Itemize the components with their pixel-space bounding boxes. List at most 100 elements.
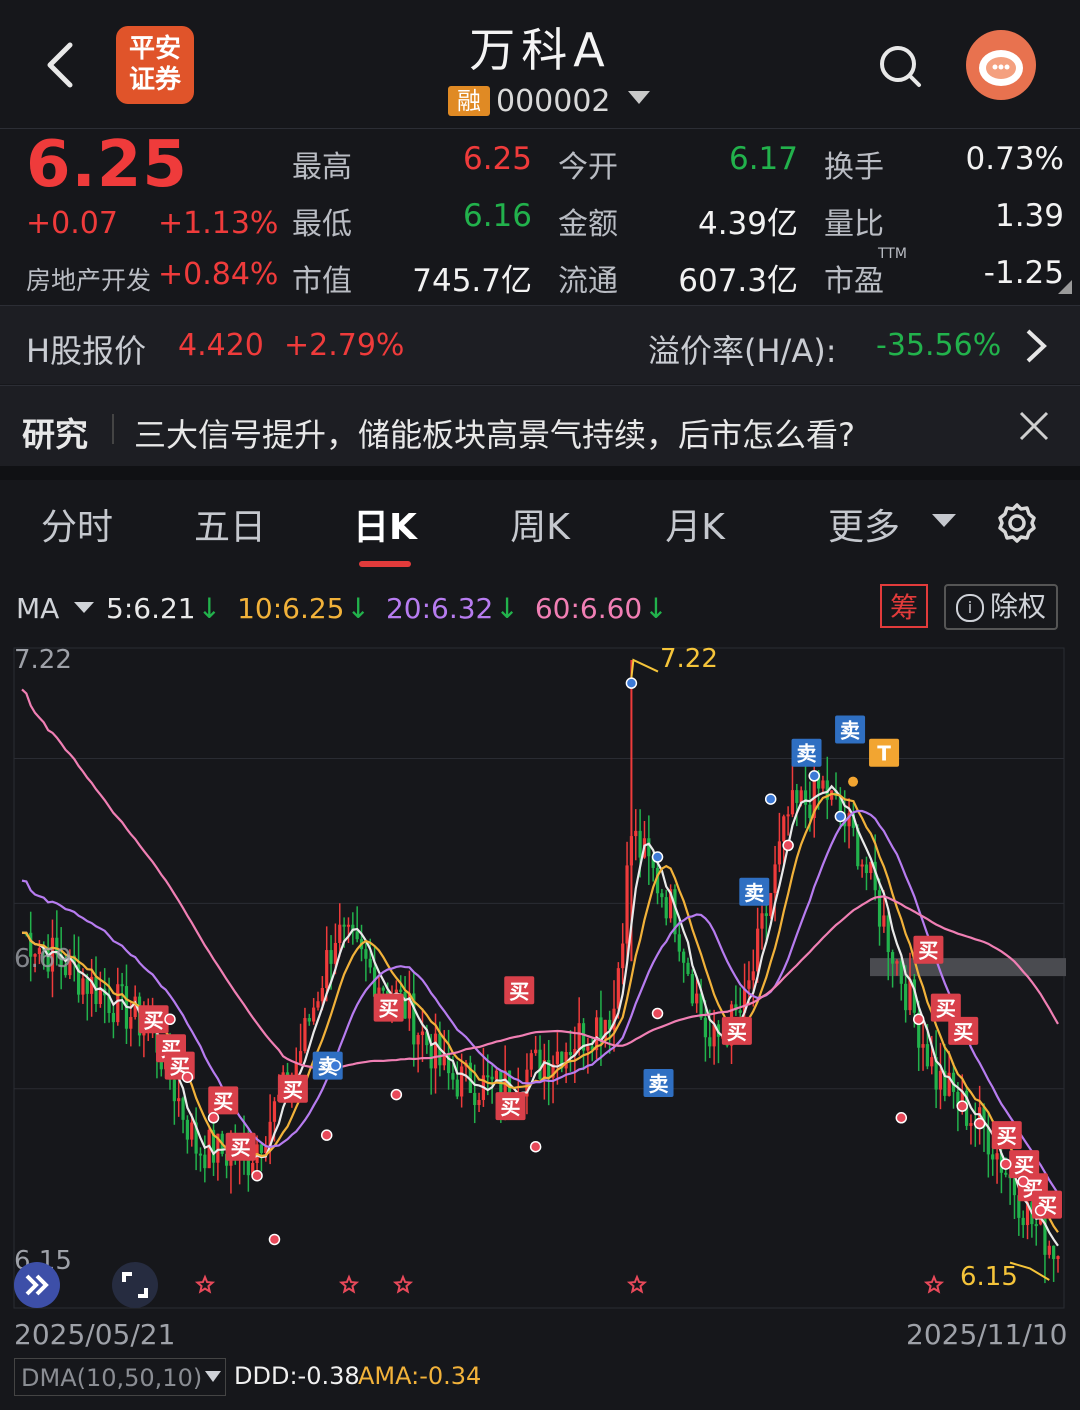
premium-value: -35.56%: [876, 328, 1002, 363]
indicator-selector[interactable]: DMA(10,50,10): [14, 1358, 226, 1396]
candle-body: [381, 987, 385, 991]
candle-body: [690, 974, 694, 1004]
ma-selector[interactable]: MA: [16, 592, 95, 625]
search-icon[interactable]: [878, 44, 922, 88]
buy-signal-label: 买: [144, 1008, 164, 1032]
stat-label: 量比: [824, 207, 884, 242]
candle-body: [325, 950, 329, 988]
buy-signal-label: 买: [509, 979, 529, 1003]
candle-body: [316, 1001, 320, 1008]
candle-body: [451, 1073, 455, 1080]
tab-more[interactable]: 更多: [794, 498, 934, 550]
signal-dot: [1017, 1175, 1029, 1188]
ma20-line: [21, 809, 1059, 1195]
candle-body: [416, 1035, 420, 1045]
ex-rights-button[interactable]: i 除权: [944, 584, 1058, 630]
candle-body: [586, 1046, 590, 1051]
stat-value: 6.17: [728, 141, 798, 177]
candle-body: [751, 971, 755, 981]
stat-label: 今开: [558, 150, 618, 185]
candle-body: [777, 841, 782, 865]
signal-dot: [782, 839, 794, 852]
hshare-label: H股报价: [26, 332, 147, 370]
candle-body: [664, 897, 668, 919]
price-change: +0.07: [26, 206, 118, 241]
candle-body: [995, 1153, 999, 1160]
candle-body: [930, 1057, 934, 1067]
buy-signal-label: 买: [213, 1089, 233, 1113]
stat-label: 市盈: [824, 264, 884, 299]
signal-dot: [651, 851, 664, 863]
kline-chart[interactable]: 买买买买买买买买买买买买买买买买买卖卖卖卖卖T: [0, 640, 1080, 1310]
tab-daily-k[interactable]: 日K: [315, 498, 455, 550]
fullscreen-icon: [122, 1272, 148, 1298]
signal-dot: [268, 1233, 281, 1246]
candle-body: [172, 1079, 176, 1102]
candle-body: [938, 1070, 943, 1090]
candle-body: [181, 1098, 185, 1120]
candle-body: [129, 1017, 133, 1029]
candle-body: [625, 865, 629, 944]
candle-body: [529, 1053, 533, 1070]
signal-dot: [1034, 1204, 1047, 1217]
chip-distribution-button[interactable]: 筹: [880, 584, 928, 628]
signal-dot: [529, 1140, 542, 1153]
signal-dot: [625, 677, 638, 689]
candle-body: [786, 814, 790, 817]
signal-dot: [808, 770, 820, 782]
signal-dot: [329, 1059, 342, 1072]
sector-name[interactable]: 房地产开发: [26, 261, 151, 297]
corner-expand-icon[interactable]: [1058, 280, 1072, 294]
hshare-row[interactable]: H股报价 4.420 +2.79% 溢价率(H/A): -35.56%: [0, 306, 1080, 384]
ma5-line: [21, 784, 1059, 1247]
tab-monthly-k[interactable]: 月K: [625, 498, 765, 550]
signal-dot: [251, 1169, 263, 1182]
candle-body: [1052, 1245, 1056, 1260]
x-end-date: 2025/11/10: [906, 1318, 1068, 1351]
candle-body: [486, 1075, 490, 1078]
ddd-value: DDD:-0.38: [234, 1362, 360, 1390]
candle-body: [368, 958, 372, 968]
fullscreen-button[interactable]: [112, 1262, 158, 1308]
stat-label: 最高: [292, 150, 352, 185]
stock-code-selector[interactable]: 融 000002: [448, 84, 651, 119]
tab-weekly-k[interactable]: 周K: [470, 498, 610, 550]
gear-icon[interactable]: [996, 502, 1038, 544]
ma-value: 20:6.32: [385, 592, 494, 625]
candle-body: [568, 1052, 573, 1055]
candle-body: [738, 1010, 742, 1013]
stat-label: 金额: [558, 207, 618, 242]
candle-body: [616, 968, 620, 1009]
buy-signal-label: 买: [283, 1078, 303, 1102]
candle-body: [120, 984, 124, 987]
candle-body: [795, 790, 799, 803]
candle-body: [203, 1154, 207, 1169]
hshare-price: 4.420: [178, 328, 264, 363]
tab-intraday[interactable]: 分时: [7, 498, 147, 550]
stat-value: 6.16: [462, 198, 532, 234]
assistant-avatar-icon[interactable]: [966, 30, 1036, 100]
chevron-down-icon: [932, 514, 956, 527]
high-leader-line: [630, 658, 659, 678]
hshare-pct: +2.79%: [284, 328, 405, 363]
research-headline[interactable]: 三大信号提升，储能板块高景气持续，后市怎么看?: [134, 410, 855, 456]
candle-body: [303, 1018, 307, 1052]
candle-body: [1021, 1217, 1025, 1226]
signal-dot: [834, 810, 847, 823]
signal-dot: [181, 1071, 194, 1083]
candle-body: [346, 924, 351, 927]
signal-dot: [956, 1100, 968, 1112]
candle-body: [329, 950, 333, 964]
last-price: 6.25: [26, 128, 188, 202]
tab-five-day[interactable]: 五日: [160, 498, 300, 550]
candle-body: [969, 1123, 973, 1126]
candle-body: [355, 931, 359, 940]
candle-body: [634, 830, 638, 837]
close-icon[interactable]: [1018, 410, 1050, 442]
candle-body: [312, 1007, 316, 1022]
candle-body: [272, 1101, 277, 1122]
candle-body: [895, 961, 899, 964]
fast-forward-button[interactable]: [14, 1262, 60, 1308]
signal-dot: [1000, 1158, 1012, 1170]
research-banner[interactable]: 研究 三大信号提升，储能板块高景气持续，后市怎么看?: [0, 386, 1080, 466]
